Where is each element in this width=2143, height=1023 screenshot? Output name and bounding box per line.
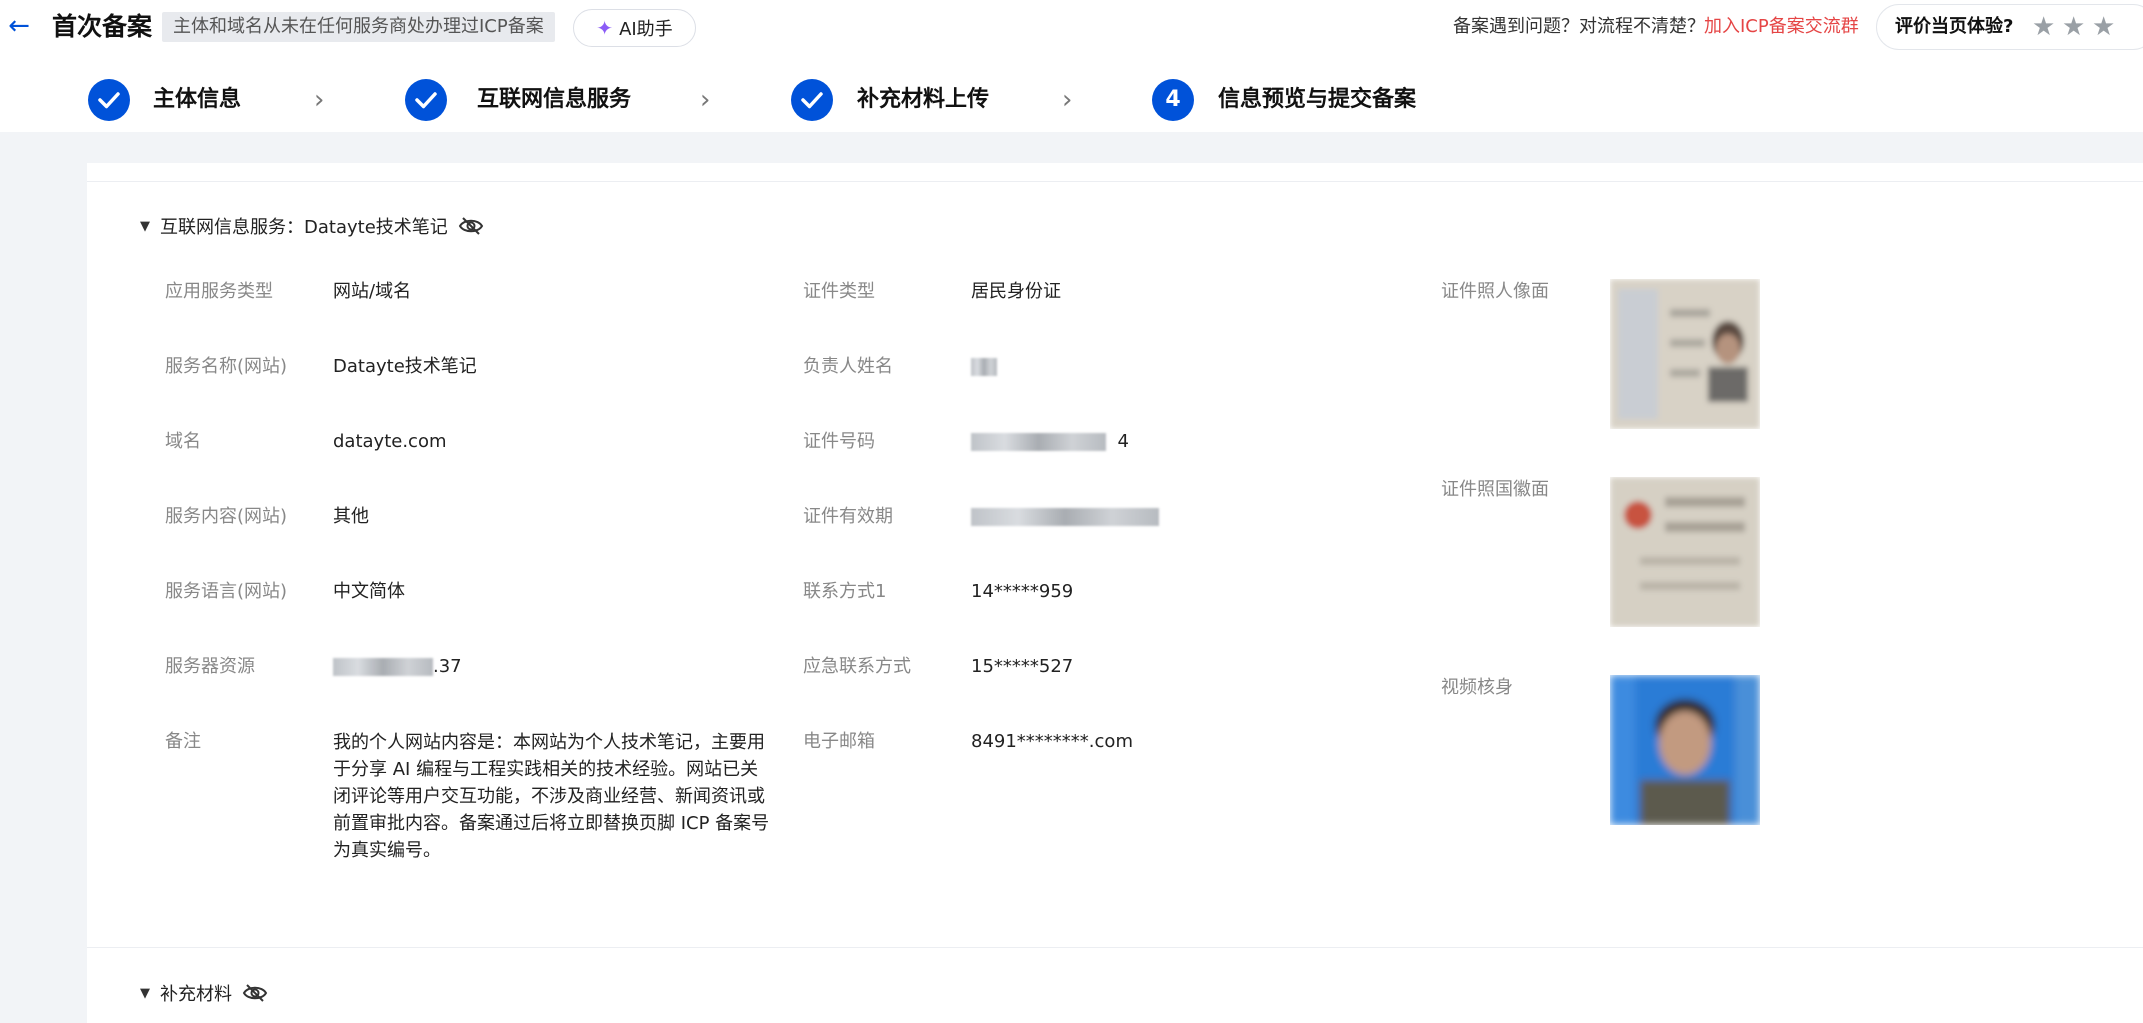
step-done-check-icon (88, 79, 130, 121)
step-supplement-upload: 补充材料上传 (857, 87, 990, 112)
ai-assistant-button[interactable]: ✦ AI助手 (573, 9, 696, 47)
chevron-right-icon: › (1062, 85, 1073, 115)
field-value: 网站/域名 (333, 281, 412, 302)
field-label: 视频核身 (1441, 677, 1513, 698)
video-verification-thumbnail[interactable] (1610, 675, 1760, 825)
id-portrait-thumbnail[interactable] (1610, 279, 1760, 429)
field-label: 服务名称(网站) (165, 356, 288, 377)
redacted-mask (971, 358, 997, 376)
service-section-header[interactable]: ▼ 互联网信息服务：Datayte技术笔记 (140, 213, 484, 239)
chevron-right-icon: › (700, 85, 711, 115)
id-number-value: 4 (971, 429, 1129, 455)
field-label: 电子邮箱 (803, 731, 875, 752)
field-label: 域名 (165, 431, 201, 452)
rating-star-icon[interactable]: ★ (2062, 12, 2085, 42)
step-preview-submit: 信息预览与提交备案 (1218, 87, 1417, 112)
step-current-number: 4 (1152, 79, 1194, 121)
eye-off-icon[interactable] (458, 215, 484, 237)
id-emblem-thumbnail[interactable] (1610, 477, 1760, 627)
rating-label: 评价当页体验? (1895, 16, 2014, 37)
supplement-section-header[interactable]: ▼ 补充材料 (140, 980, 268, 1006)
field-label: 证件照国徽面 (1441, 479, 1549, 500)
field-label: 服务内容(网站) (165, 506, 288, 527)
server-resource-value: .37 (333, 654, 462, 680)
field-value: 中文简体 (333, 581, 405, 602)
step-internet-service: 互联网信息服务 (477, 87, 632, 112)
id-validity-value (971, 504, 1159, 530)
field-label: 应用服务类型 (165, 281, 273, 302)
field-label: 应急联系方式 (803, 656, 911, 677)
responsible-name-value (971, 354, 997, 380)
field-value: datayte.com (333, 431, 447, 452)
supplement-section-title: 补充材料 (160, 984, 232, 1005)
join-group-link[interactable]: 加入ICP备案交流群 (1704, 14, 1859, 40)
collapse-triangle-icon: ▼ (140, 985, 150, 1001)
service-section-title: 互联网信息服务：Datayte技术笔记 (160, 217, 448, 238)
filing-type-tag: 主体和域名从未在任何服务商处办理过ICP备案 (162, 12, 555, 42)
step-subject-info: 主体信息 (153, 87, 242, 112)
field-label: 备注 (165, 731, 201, 752)
field-label: 证件有效期 (803, 506, 893, 527)
step-done-check-icon (791, 79, 833, 121)
field-label: 负责人姓名 (803, 356, 893, 377)
back-arrow-icon[interactable]: ← (6, 13, 32, 39)
field-value: 其他 (333, 506, 369, 527)
page-title: 首次备案 (52, 12, 153, 41)
rating-star-icon[interactable]: ★ (2092, 12, 2115, 42)
field-value: 14*****959 (971, 581, 1074, 602)
field-label: 服务器资源 (165, 656, 255, 677)
rating-star-icon[interactable]: ★ (2032, 12, 2055, 42)
sparkle-icon: ✦ (596, 16, 614, 40)
ai-assistant-label: AI助手 (619, 19, 673, 40)
field-value: Datayte技术笔记 (333, 356, 477, 377)
field-label: 联系方式1 (803, 581, 887, 602)
redacted-mask (333, 658, 433, 676)
divider (87, 947, 2143, 948)
collapse-triangle-icon: ▼ (140, 218, 150, 234)
field-value: 8491********.com (971, 731, 1133, 752)
field-label: 证件照人像面 (1441, 281, 1549, 302)
field-label: 证件号码 (803, 431, 875, 452)
step-done-check-icon (405, 79, 447, 121)
eye-off-icon[interactable] (242, 982, 268, 1004)
redacted-mask (971, 508, 1159, 526)
field-label: 证件类型 (803, 281, 875, 302)
field-value: 居民身份证 (971, 281, 1061, 302)
chevron-right-icon: › (314, 85, 325, 115)
redacted-mask (971, 433, 1106, 451)
divider (87, 181, 2143, 182)
help-text: 备案遇到问题？对流程不清楚？ (1453, 16, 1705, 37)
field-value: 15*****527 (971, 656, 1074, 677)
remark-value: 我的个人网站内容是：本网站为个人技术笔记，主要用于分享 AI 编程与工程实践相关… (333, 732, 770, 861)
field-label: 服务语言(网站) (165, 581, 288, 602)
